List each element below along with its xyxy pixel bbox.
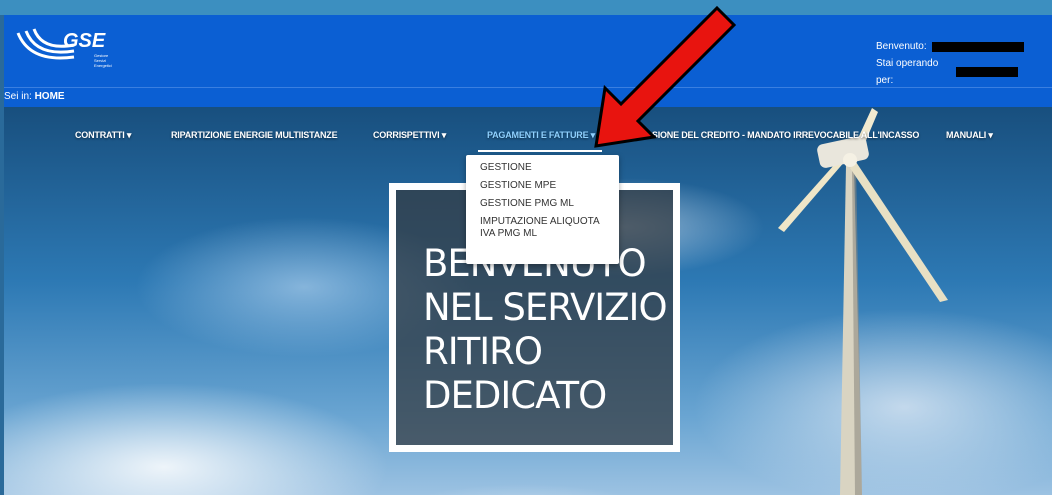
dropdown-item-gestione[interactable]: GESTIONE: [480, 162, 605, 174]
breadcrumb: Sei in: HOME: [4, 87, 1052, 107]
breadcrumb-current[interactable]: HOME: [35, 91, 65, 102]
nav-contratti[interactable]: CONTRATTI ▾: [75, 128, 131, 142]
welcome-line-2: NEL SERVIZIO: [423, 286, 668, 329]
dropdown-item-gestione-pmg-ml[interactable]: GESTIONE PMG ML: [480, 198, 605, 210]
logo-subtitle: Gestore Servizi Energetici: [94, 53, 112, 68]
dropdown-item-gestione-mpe[interactable]: GESTIONE MPE: [480, 180, 605, 192]
redacted-operator: [956, 67, 1018, 77]
dropdown-item-imputazione-aliquota[interactable]: IMPUTAZIONE ALIQUOTA IVA PMG ML: [480, 216, 605, 240]
site-header: GSE Gestore Servizi Energetici Benvenuto…: [4, 15, 1052, 87]
active-nav-underline: [478, 150, 602, 152]
operating-for-label: Stai operando per:: [876, 58, 939, 86]
nav-pagamenti-fatture[interactable]: PAGAMENTI E FATTURE ▾: [487, 128, 595, 142]
nav-ripartizione-energie[interactable]: RIPARTIZIONE ENERGIE MULTIISTANZE: [171, 128, 338, 142]
user-info: Benvenuto: Stai operando per:: [876, 38, 1046, 89]
pagamenti-dropdown-menu: GESTIONE GESTIONE MPE GESTIONE PMG ML IM…: [466, 155, 619, 264]
redacted-username: [932, 41, 1024, 52]
nav-cessione-credito[interactable]: CESSIONE DEL CREDITO - MANDATO IRREVOCAB…: [634, 128, 919, 142]
welcome-line-3: RITIRO: [423, 330, 543, 373]
logo-text: GSE: [63, 30, 106, 52]
welcome-title: BENVENUTO NEL SERVIZIO RITIRO DEDICATO: [423, 242, 668, 418]
nav-manuali[interactable]: MANUALI ▾: [946, 128, 993, 142]
welcome-line-4: DEDICATO: [423, 374, 607, 417]
breadcrumb-prefix: Sei in:: [4, 91, 32, 102]
nav-corrispettivi[interactable]: CORRISPETTIVI ▾: [373, 128, 446, 142]
gse-logo[interactable]: GSE Gestore Servizi Energetici: [16, 23, 116, 81]
